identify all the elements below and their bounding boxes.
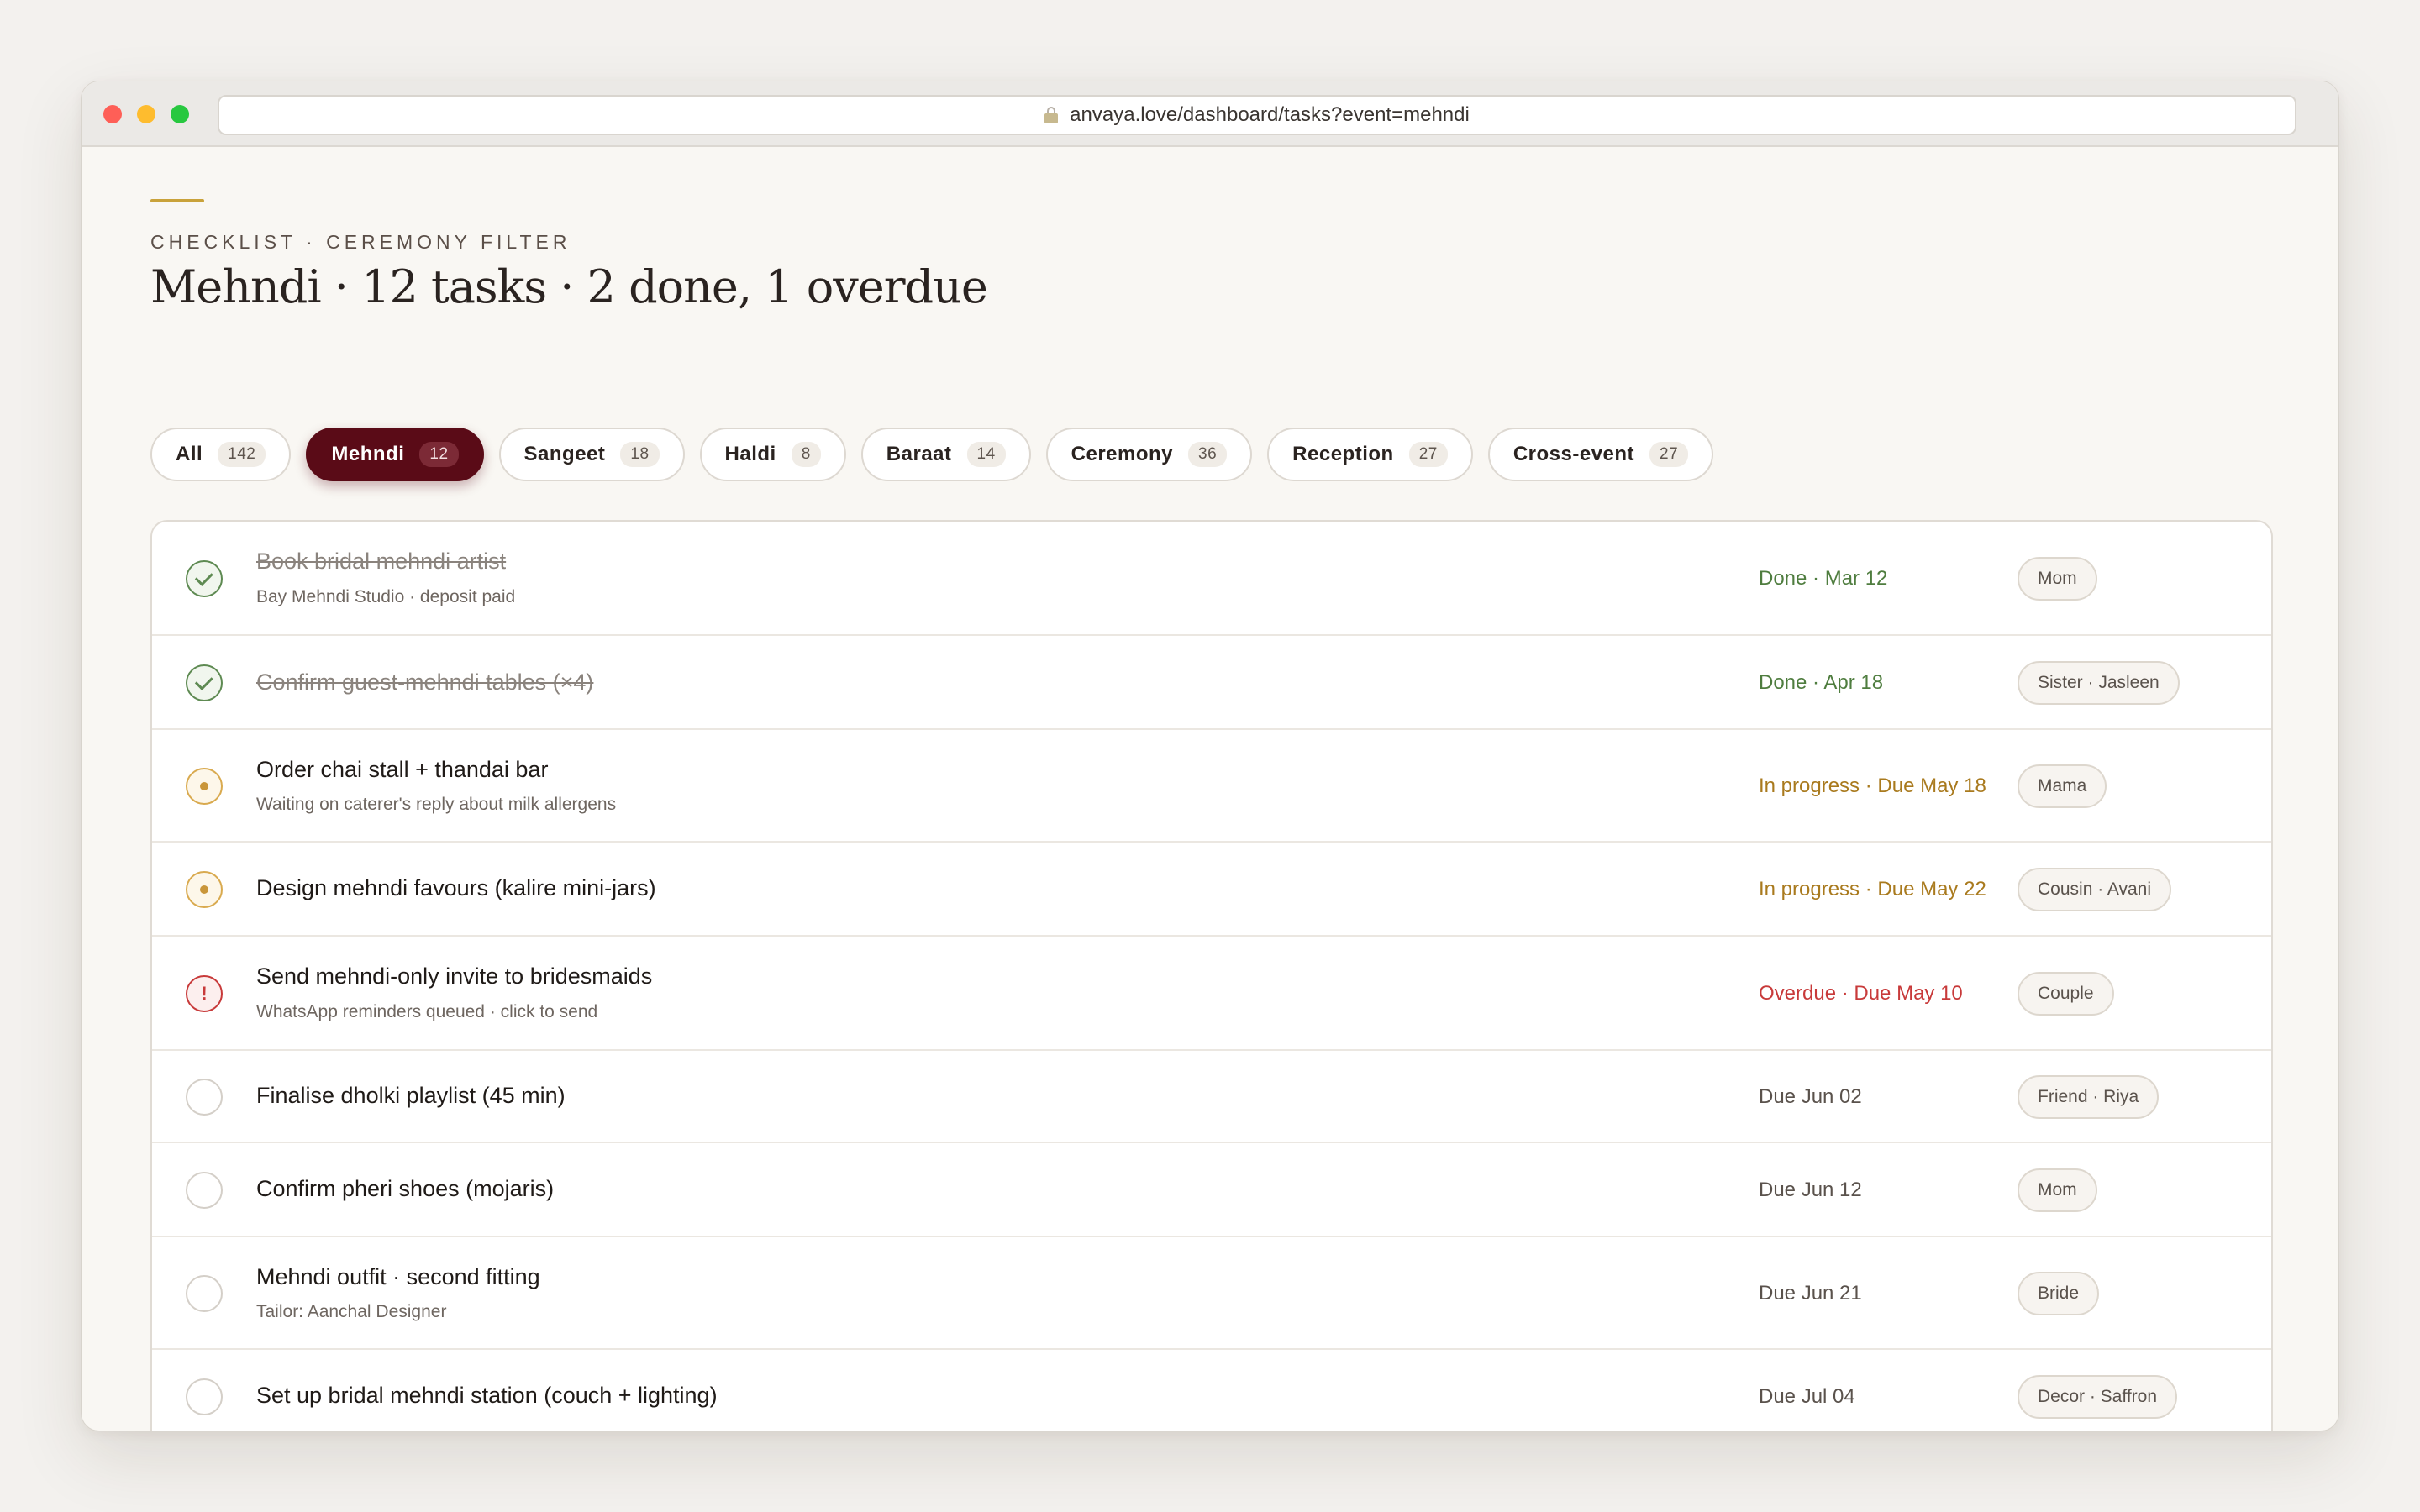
task-title: Order chai stall + thandai bar xyxy=(256,757,549,782)
browser-titlebar: anvaya.love/dashboard/tasks?event=mehndi xyxy=(82,81,2338,147)
task-status: Done · Mar 12 xyxy=(1759,567,1888,590)
task-subtitle: Bay Mehndi Studio · deposit paid xyxy=(256,587,516,606)
assignee-chip[interactable]: Couple xyxy=(2018,972,2114,1016)
task-checkbox-empty[interactable] xyxy=(186,1378,223,1415)
overdue-alert-icon[interactable]: ! xyxy=(186,975,223,1012)
filter-count: 27 xyxy=(1408,442,1448,467)
accent-rule xyxy=(150,199,204,202)
task-subtitle: Waiting on caterer's reply about milk al… xyxy=(256,795,617,814)
task-title: Send mehndi-only invite to bridesmaids xyxy=(256,963,653,989)
filter-sangeet[interactable]: Sangeet 18 xyxy=(498,428,685,481)
assignee-chip[interactable]: Decor · Saffron xyxy=(2018,1375,2178,1419)
task-checkbox-empty[interactable] xyxy=(186,1079,223,1116)
task-row[interactable]: Set up bridal mehndi station (couch + li… xyxy=(152,1350,2271,1431)
assignee-chip[interactable]: Bride xyxy=(2018,1272,2100,1315)
filter-count: 14 xyxy=(966,442,1006,467)
task-row[interactable]: Finalise dholki playlist (45 min) Due Ju… xyxy=(152,1051,2271,1143)
task-row[interactable]: Confirm pheri shoes (mojaris) Due Jun 12… xyxy=(152,1143,2271,1237)
filter-haldi[interactable]: Haldi 8 xyxy=(699,428,846,481)
minimize-window-button[interactable] xyxy=(137,105,155,123)
assignee-chip[interactable]: Mama xyxy=(2018,764,2107,808)
task-row[interactable]: Confirm guest-mehndi tables (×4) Done · … xyxy=(152,636,2271,730)
task-list: Book bridal mehndi artist Bay Mehndi Stu… xyxy=(150,520,2273,1431)
page-eyebrow: CHECKLIST · CEREMONY FILTER xyxy=(150,231,571,253)
url-text: anvaya.love/dashboard/tasks?event=mehndi xyxy=(1070,103,1470,126)
task-status: Due Jun 12 xyxy=(1759,1179,1862,1201)
task-checkbox-done[interactable] xyxy=(186,560,223,597)
filter-count: 18 xyxy=(620,442,660,467)
filter-all[interactable]: All 142 xyxy=(150,428,292,481)
filter-cross-event[interactable]: Cross-event 27 xyxy=(1487,428,1714,481)
task-title: Design mehndi favours (kalire mini-jars) xyxy=(256,875,656,900)
task-status: Due Jul 04 xyxy=(1759,1385,1855,1408)
task-row[interactable]: Mehndi outfit · second fitting Tailor: A… xyxy=(152,1237,2271,1350)
close-window-button[interactable] xyxy=(103,105,122,123)
filter-count: 142 xyxy=(218,442,266,467)
lock-icon xyxy=(1044,107,1059,123)
task-row[interactable]: ! Send mehndi-only invite to bridesmaids… xyxy=(152,937,2271,1051)
task-status: Done · Apr 18 xyxy=(1759,671,1884,694)
task-status: In progress · Due May 18 xyxy=(1759,774,1986,797)
task-status: In progress · Due May 22 xyxy=(1759,878,1986,900)
assignee-chip[interactable]: Cousin · Avani xyxy=(2018,868,2172,911)
task-status-in-progress-icon[interactable] xyxy=(186,871,223,908)
filter-count: 8 xyxy=(791,442,821,467)
task-status-in-progress-icon[interactable] xyxy=(186,768,223,805)
task-status: Due Jun 21 xyxy=(1759,1282,1862,1305)
task-title: Mehndi outfit · second fitting xyxy=(256,1264,540,1289)
assignee-chip[interactable]: Friend · Riya xyxy=(2018,1075,2160,1119)
task-status: Due Jun 02 xyxy=(1759,1085,1862,1108)
page-content: CHECKLIST · CEREMONY FILTER Mehndi · 12 … xyxy=(150,199,2273,1431)
task-checkbox-done[interactable] xyxy=(186,664,223,701)
filter-count: 12 xyxy=(419,442,459,467)
task-row[interactable]: Order chai stall + thandai bar Waiting o… xyxy=(152,730,2271,843)
filter-reception[interactable]: Reception 27 xyxy=(1267,428,1473,481)
ceremony-filter-bar: All 142 Mehndi 12 Sangeet 18 Haldi 8 Baraat 1… xyxy=(150,428,1714,481)
task-row[interactable]: Design mehndi favours (kalire mini-jars)… xyxy=(152,843,2271,937)
task-subtitle: Tailor: Aanchal Designer xyxy=(256,1302,447,1321)
filter-baraat[interactable]: Baraat 14 xyxy=(860,428,1031,481)
task-row[interactable]: Book bridal mehndi artist Bay Mehndi Stu… xyxy=(152,522,2271,636)
assignee-chip[interactable]: Sister · Jasleen xyxy=(2018,661,2180,705)
task-title: Confirm guest-mehndi tables (×4) xyxy=(256,669,594,695)
page-title: Mehndi · 12 tasks · 2 done, 1 overdue xyxy=(150,260,988,313)
zoom-window-button[interactable] xyxy=(171,105,189,123)
filter-count: 36 xyxy=(1188,442,1228,467)
browser-window: anvaya.love/dashboard/tasks?event=mehndi… xyxy=(81,81,2339,1431)
task-title: Finalise dholki playlist (45 min) xyxy=(256,1083,566,1108)
assignee-chip[interactable]: Mom xyxy=(2018,557,2097,601)
filter-mehndi[interactable]: Mehndi 12 xyxy=(306,428,484,481)
task-title: Book bridal mehndi artist xyxy=(256,549,507,574)
task-title: Confirm pheri shoes (mojaris) xyxy=(256,1176,555,1201)
filter-count: 27 xyxy=(1649,442,1689,467)
task-checkbox-empty[interactable] xyxy=(186,1172,223,1209)
assignee-chip[interactable]: Mom xyxy=(2018,1168,2097,1212)
task-status: Overdue · Due May 10 xyxy=(1759,982,1963,1005)
task-subtitle[interactable]: WhatsApp reminders queued · click to sen… xyxy=(256,1002,597,1022)
filter-ceremony[interactable]: Ceremony 36 xyxy=(1045,428,1253,481)
task-checkbox-empty[interactable] xyxy=(186,1275,223,1312)
address-bar[interactable]: anvaya.love/dashboard/tasks?event=mehndi xyxy=(218,95,2296,135)
task-title: Set up bridal mehndi station (couch + li… xyxy=(256,1383,718,1408)
